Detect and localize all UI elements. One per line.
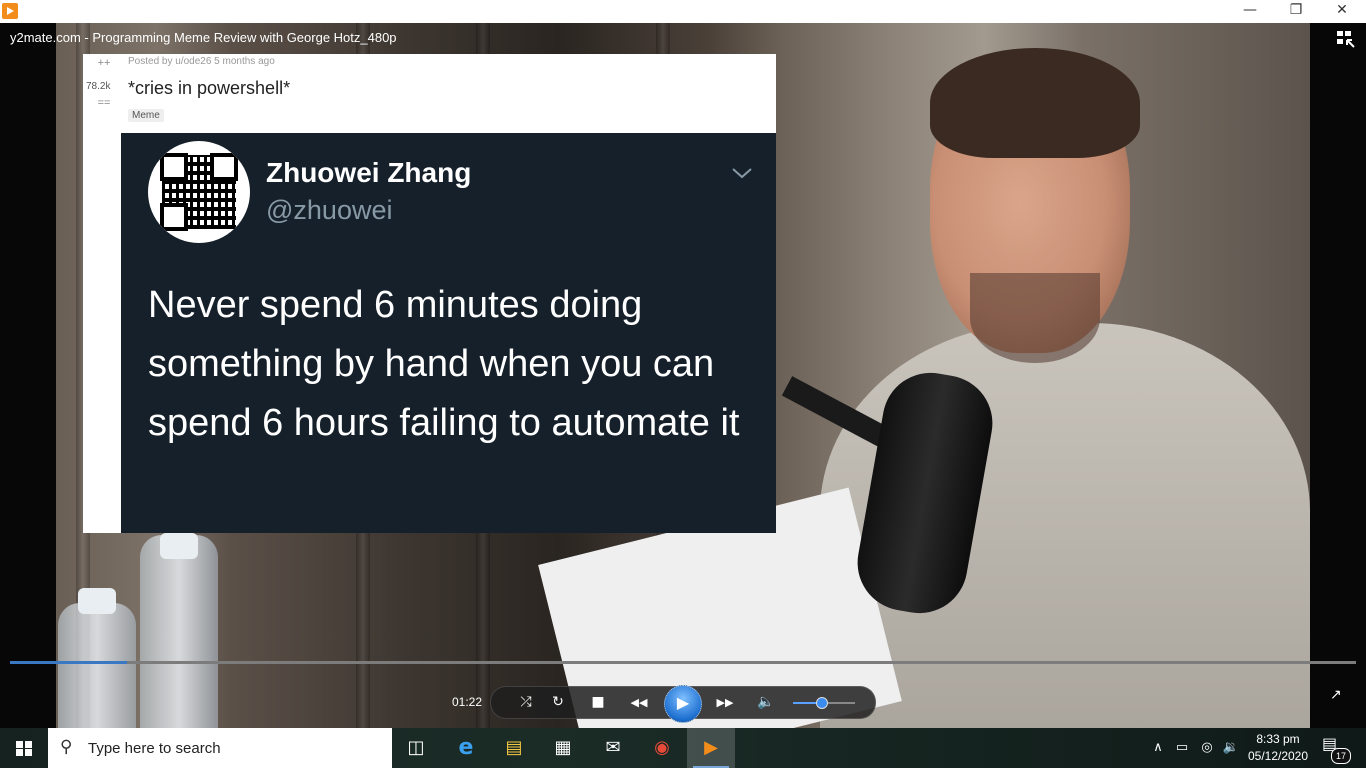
seek-bar-progress <box>10 661 128 664</box>
next-button[interactable]: ▶▶ <box>707 687 743 718</box>
volume-tray-button[interactable]: 🔉 <box>1220 728 1242 768</box>
store-icon: ▦ <box>554 737 572 758</box>
clock-time[interactable]: 8:33 pm <box>1244 732 1312 746</box>
task-view-button[interactable]: ◫ <box>392 728 440 768</box>
file-explorer-button[interactable]: ▤ <box>490 728 538 768</box>
seek-bar[interactable] <box>10 661 1356 664</box>
upvote-icon[interactable]: ++ <box>89 58 119 69</box>
water-bottle <box>58 603 136 728</box>
post-score: 78.2k <box>86 81 111 92</box>
chrome-button[interactable]: ◉ <box>638 728 686 768</box>
minimize-button[interactable]: — <box>1227 0 1273 23</box>
tweet-author-handle: @zhuowei <box>266 195 393 225</box>
mute-button[interactable]: 🔈 <box>753 687 779 718</box>
maximize-button[interactable]: ❐ <box>1273 0 1319 23</box>
player-controls: ⤮ ↻ ■ ◀◀ ▶ ▶▶ 🔈 <box>490 685 876 723</box>
store-button[interactable]: ▦ <box>539 728 587 768</box>
start-button[interactable] <box>0 728 48 768</box>
repeat-icon: ↻ <box>552 694 564 710</box>
person-beard <box>970 273 1100 363</box>
tweet-text: Never spend 6 minutes doing something by… <box>148 284 740 444</box>
video-area[interactable]: y2mate.com - Programming Meme Review wit… <box>0 23 1366 728</box>
shuffle-button[interactable]: ⤮ <box>513 687 539 718</box>
post-byline: Posted by u/ode26 5 months ago <box>128 56 275 67</box>
avatar <box>148 141 250 243</box>
water-bottle <box>140 535 218 728</box>
downvote-icon[interactable]: == <box>89 98 119 109</box>
qr-finder <box>210 153 238 181</box>
person-hair <box>930 48 1140 158</box>
bottle-cap <box>160 533 198 559</box>
clock-date[interactable]: 05/12/2020 <box>1244 749 1312 763</box>
chevron-down-icon <box>731 163 753 186</box>
elapsed-time: 01:22 <box>452 695 483 709</box>
shuffle-icon: ⤮ <box>520 694 532 710</box>
chevron-up-icon: ∧ <box>1153 740 1163 755</box>
reddit-post-gutter <box>83 133 121 533</box>
fullscreen-icon: ↗ <box>1330 686 1342 702</box>
show-hidden-icons-button[interactable]: ∧ <box>1148 728 1168 768</box>
search-icon: ⚲ <box>60 737 73 757</box>
tweet-card: Zhuowei Zhang @zhuowei Never spend 6 min… <box>121 133 776 533</box>
switch-to-library-icon[interactable] <box>1336 30 1356 48</box>
folder-icon: ▤ <box>505 737 523 758</box>
volume-icon: 🔉 <box>1222 740 1240 755</box>
qr-finder <box>160 203 188 231</box>
qr-finder <box>160 153 188 181</box>
next-icon: ▶▶ <box>716 696 734 709</box>
fullscreen-button[interactable]: ↗ <box>1330 686 1346 702</box>
network-icon: ◎ <box>1201 740 1213 755</box>
chrome-icon: ◉ <box>654 737 670 758</box>
stop-icon: ■ <box>591 694 605 710</box>
edge-button[interactable]: e <box>442 728 490 768</box>
notification-count-badge: 17 <box>1331 748 1351 764</box>
volume-slider[interactable] <box>793 697 855 709</box>
search-input[interactable]: Type here to search <box>88 740 221 757</box>
bottle-cap <box>78 588 116 614</box>
post-title: *cries in powershell* <box>128 78 291 98</box>
mail-icon: ✉ <box>605 737 621 758</box>
network-button[interactable]: ◎ <box>1196 728 1218 768</box>
taskbar-search-box[interactable]: ⚲ Type here to search <box>48 728 392 768</box>
media-player-button[interactable]: ▶ <box>687 728 735 768</box>
volume-slider-thumb[interactable] <box>815 697 828 709</box>
media-player-icon: ▶ <box>704 737 718 758</box>
play-button[interactable]: ▶ <box>664 685 702 723</box>
media-player-app-icon <box>2 3 18 19</box>
video-title: y2mate.com - Programming Meme Review wit… <box>10 30 397 45</box>
stop-button[interactable]: ■ <box>585 687 611 718</box>
windows-logo-icon <box>16 741 32 756</box>
task-view-icon: ◫ <box>407 737 425 758</box>
mail-button[interactable]: ✉ <box>589 728 637 768</box>
repeat-button[interactable]: ↻ <box>545 687 571 718</box>
battery-icon: ▭ <box>1175 740 1189 755</box>
previous-button[interactable]: ◀◀ <box>621 687 657 718</box>
close-button[interactable]: ✕ <box>1319 0 1365 23</box>
play-icon: ▶ <box>676 695 690 712</box>
reddit-post-header: ++ 78.2k == Posted by u/ode26 5 months a… <box>83 54 776 133</box>
speaker-icon: 🔈 <box>757 694 775 710</box>
post-flair: Meme <box>128 109 164 122</box>
edge-icon: e <box>458 735 474 760</box>
battery-button[interactable]: ▭ <box>1172 728 1192 768</box>
previous-icon: ◀◀ <box>630 696 648 709</box>
title-bar: — ❐ ✕ <box>0 0 1366 23</box>
tweet-author-name: Zhuowei Zhang <box>266 157 472 188</box>
taskbar: ⚲ Type here to search ◫ e ▤ ▦ ✉ ◉ ▶ ∧ ▭ … <box>0 728 1366 768</box>
